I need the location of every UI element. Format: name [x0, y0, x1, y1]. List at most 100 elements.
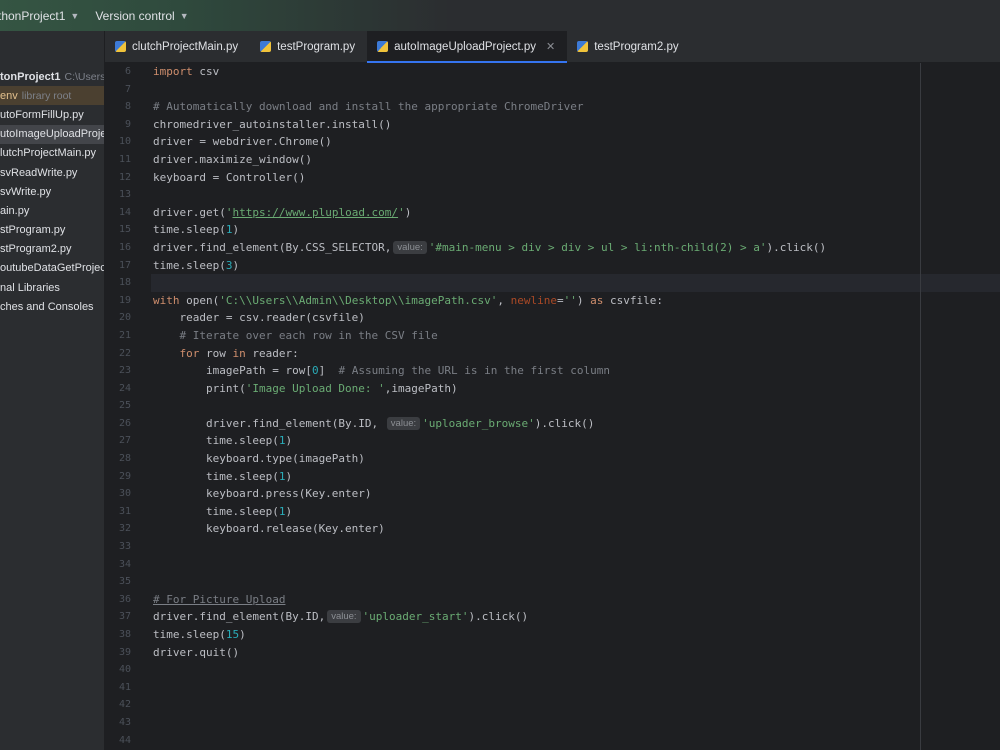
editor-tab[interactable]: testProgram2.py: [567, 31, 690, 62]
code-line[interactable]: [151, 732, 1000, 750]
project-selector[interactable]: ythonProject1 ▼: [0, 0, 87, 31]
tree-item[interactable]: outubeDataGetProject: [0, 259, 104, 278]
line-number: 15: [118, 224, 131, 236]
tree-item-label: ches and Consoles: [0, 300, 94, 313]
python-file-icon: [115, 41, 126, 52]
code-line[interactable]: time.sleep(1): [151, 503, 1000, 521]
tree-item-label: nal Libraries: [0, 281, 60, 294]
code-line[interactable]: [151, 714, 1000, 732]
code-editor[interactable]: 6 7 8 9 10 11 12 13 14 15 16 17 18 19 20 21 22 23 24 25 26 27…: [105, 63, 1000, 750]
code-line[interactable]: driver.get('https://www.plupload.com/'): [151, 204, 1000, 222]
line-number: 35: [118, 576, 131, 588]
editor-tab[interactable]: testProgram.py: [250, 31, 367, 62]
line-number: 34: [118, 558, 131, 570]
code-line[interactable]: reader = csv.reader(csvfile): [151, 309, 1000, 327]
code-line[interactable]: # Iterate over each row in the CSV file: [151, 327, 1000, 345]
tree-item-label: lutchProjectMain.py: [0, 147, 96, 160]
editor-tab[interactable]: autoImageUploadProject.py ✕: [367, 31, 568, 63]
tree-item[interactable]: svWrite.py: [0, 182, 104, 201]
tree-item-label: utoImageUploadProjec: [0, 128, 105, 141]
line-number: 31: [118, 505, 131, 517]
tree-item[interactable]: ain.py: [0, 201, 104, 220]
code-line[interactable]: time.sleep(15): [151, 626, 1000, 644]
editor-tab[interactable]: clutchProjectMain.py: [105, 31, 250, 62]
line-number: 32: [118, 523, 131, 535]
code-line[interactable]: time.sleep(1): [151, 468, 1000, 486]
code-line[interactable]: chromedriver_autoinstaller.install(): [151, 116, 1000, 134]
line-number: 14: [118, 206, 131, 218]
python-file-icon: [260, 41, 272, 52]
line-number: 29: [118, 470, 131, 482]
code-line[interactable]: import csv: [151, 63, 1000, 81]
project-tree: tonProject1C:\Users\Aenvlibrary rootutoF…: [0, 67, 104, 316]
code-line[interactable]: keyboard.type(imagePath): [151, 450, 1000, 468]
tree-item[interactable]: svReadWrite.py: [0, 163, 104, 182]
code-line[interactable]: imagePath = row[0] # Assuming the URL is…: [151, 362, 1000, 380]
code-line[interactable]: driver = webdriver.Chrome(): [151, 133, 1000, 151]
tree-item-label: utoFormFillUp.py: [0, 108, 84, 121]
line-number: 13: [118, 189, 131, 201]
tree-item-label: env: [0, 89, 18, 102]
code-line[interactable]: driver.find_element(By.CSS_SELECTOR, valu…: [151, 239, 1000, 257]
code-line[interactable]: [151, 81, 1000, 99]
code-line[interactable]: keyboard = Controller(): [151, 169, 1000, 187]
code-line[interactable]: keyboard.release(Key.enter): [151, 520, 1000, 538]
tree-item[interactable]: nal Libraries: [0, 278, 104, 297]
tree-item[interactable]: utoFormFillUp.py: [0, 105, 104, 124]
version-control-label: Version control: [95, 8, 175, 23]
code-line[interactable]: [151, 274, 1000, 292]
tree-item-label: ain.py: [0, 204, 30, 217]
line-number: 25: [118, 400, 131, 412]
line-number: 27: [118, 435, 131, 447]
editor-tab-bar: clutchProjectMain.py testProgram.py autoIm…: [105, 31, 1000, 63]
right-margin-guide: [920, 63, 921, 750]
editor-tab-label: testProgram2.py: [594, 40, 679, 53]
line-number: 8: [124, 101, 131, 113]
code-line[interactable]: [151, 661, 1000, 679]
code-line[interactable]: time.sleep(1): [151, 221, 1000, 239]
project-tool-window: tonProject1C:\Users\Aenvlibrary rootutoF…: [0, 31, 105, 750]
code-line[interactable]: [151, 186, 1000, 204]
tree-item[interactable]: stProgram.py: [0, 221, 104, 240]
code-line[interactable]: driver.maximize_window(): [151, 151, 1000, 169]
code-line[interactable]: [151, 397, 1000, 415]
code-line[interactable]: driver.quit(): [151, 644, 1000, 662]
version-control-menu[interactable]: Version control ▼: [87, 0, 196, 31]
code-line[interactable]: # For Picture Upload: [151, 591, 1000, 609]
line-number: 36: [118, 593, 131, 605]
line-number: 22: [118, 347, 131, 359]
code-line[interactable]: # Automatically download and install the…: [151, 98, 1000, 116]
line-number-gutter[interactable]: 6 7 8 9 10 11 12 13 14 15 16 17 18 19 20 21 22 23 24 25 26 27…: [105, 63, 151, 750]
tree-item[interactable]: stProgram2.py: [0, 240, 104, 259]
code-line[interactable]: time.sleep(3): [151, 257, 1000, 275]
code-line[interactable]: print('Image Upload Done: ',imagePath): [151, 380, 1000, 398]
code-line[interactable]: [151, 696, 1000, 714]
code-line[interactable]: [151, 538, 1000, 556]
code-line[interactable]: [151, 679, 1000, 697]
line-number: 37: [118, 611, 131, 623]
code-line[interactable]: keyboard.press(Key.enter): [151, 485, 1000, 503]
tree-item[interactable]: utoImageUploadProjec: [0, 124, 105, 144]
code-line[interactable]: driver.find_element(By.ID, value:'upload…: [151, 415, 1000, 433]
tree-item[interactable]: lutchProjectMain.py: [0, 144, 104, 163]
tree-item[interactable]: env library root: [0, 86, 104, 106]
tree-item[interactable]: ches and Consoles: [0, 297, 104, 316]
close-icon[interactable]: ✕: [546, 40, 555, 53]
line-number: 16: [118, 241, 131, 253]
line-number: 21: [118, 329, 131, 341]
chevron-down-icon: ▼: [179, 10, 189, 21]
code-line[interactable]: [151, 573, 1000, 591]
code-line[interactable]: for row in reader:: [151, 345, 1000, 363]
tree-item-hint: library root: [21, 89, 72, 102]
code-area[interactable]: import csv # Automatically download and i…: [151, 63, 1000, 749]
code-line[interactable]: with open('C:\\Users\\Admin\\Desktop\\im…: [151, 292, 1000, 310]
code-line[interactable]: time.sleep(1): [151, 432, 1000, 450]
tree-item[interactable]: tonProject1C:\Users\A: [0, 67, 104, 86]
line-number: 20: [118, 312, 131, 324]
code-line[interactable]: [151, 556, 1000, 574]
line-number: 7: [124, 83, 131, 95]
code-line[interactable]: driver.find_element(By.ID, value:'uploade…: [151, 608, 1000, 626]
parameter-hint: value:: [393, 240, 427, 254]
line-number: 42: [118, 699, 131, 711]
tree-item-label: outubeDataGetProject: [0, 262, 105, 275]
